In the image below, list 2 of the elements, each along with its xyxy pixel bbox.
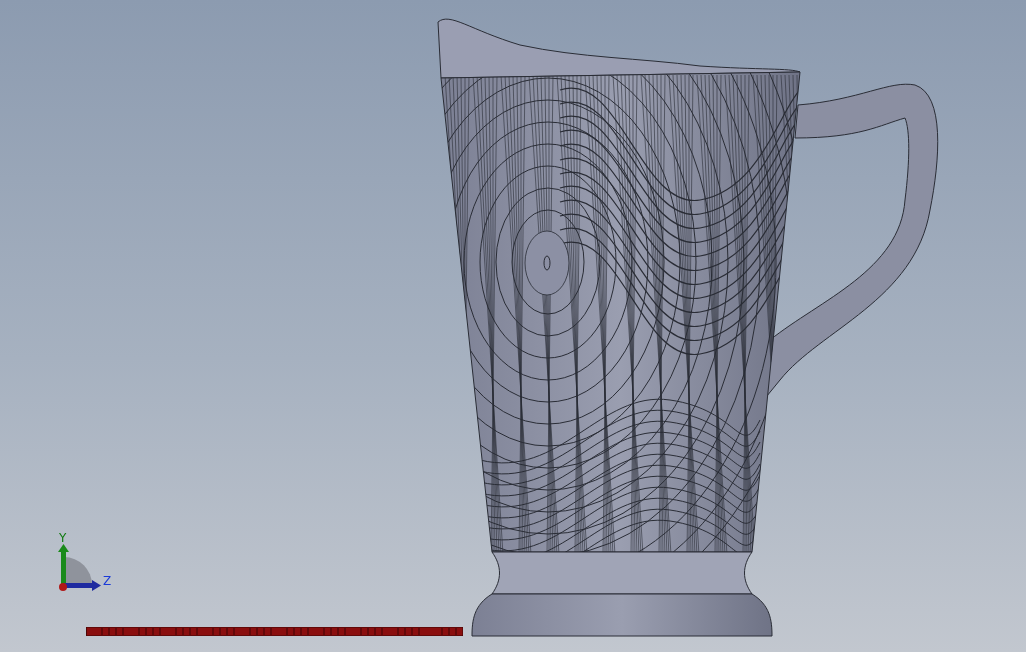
y-axis-label: Y — [59, 532, 67, 544]
z-axis-label: Z — [103, 575, 112, 587]
